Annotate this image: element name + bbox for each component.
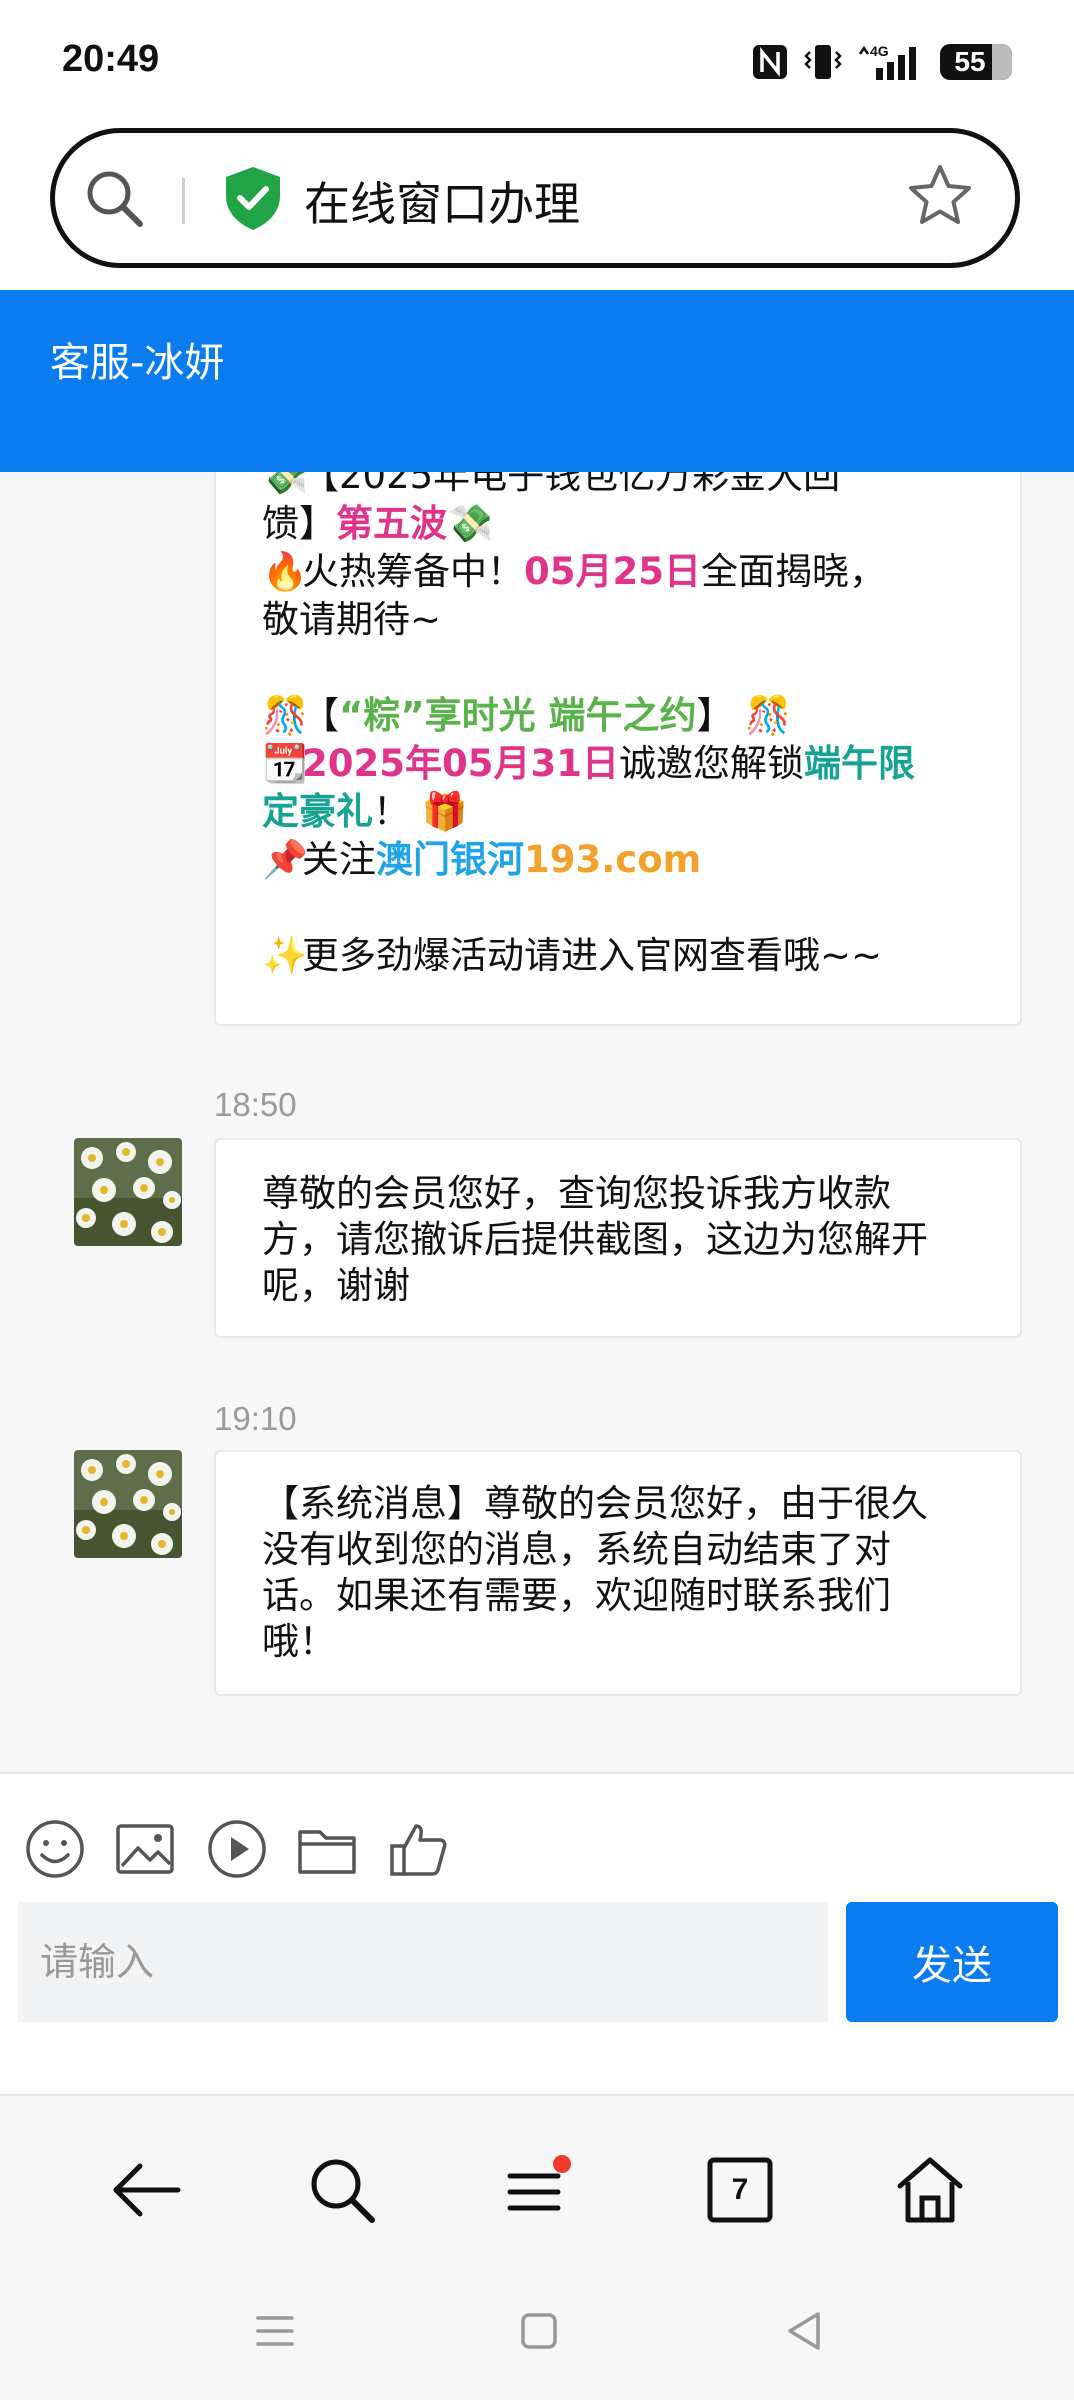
star-icon[interactable] <box>906 162 974 230</box>
message-time: 19:10 <box>214 1400 297 1437</box>
avatar-flowers-image <box>74 1138 182 1246</box>
chat-area[interactable]: 💸【2025年电子钱包亿万彩金大回 馈】第五波💸 🔥火热筹备中！05月25日全面… <box>0 472 1074 1772</box>
avatar[interactable] <box>74 1138 182 1246</box>
message-line: 尊敬的会员您好，查询您投诉我方收款 <box>262 1172 891 1215</box>
thumbs-up-icon[interactable] <box>388 1818 450 1880</box>
promo-line-4: 敬请期待~ <box>262 598 442 641</box>
network-type-label: 4G <box>870 43 889 59</box>
promo-line-8: 📌关注澳门银河193.com <box>262 838 702 881</box>
promo-line-5: 🎊【“粽”享时光 端午之约】 🎊 <box>262 694 792 737</box>
recents-icon[interactable] <box>250 2306 300 2356</box>
promo-line-6: 📆2025年05月31日诚邀您解锁端午限 <box>262 742 915 785</box>
tabs-icon[interactable]: 7 <box>700 2150 780 2230</box>
nfc-icon <box>753 45 787 79</box>
avatar[interactable] <box>74 1450 182 1558</box>
promo-line-1: 💸【2025年电子钱包亿万彩金大回 <box>262 472 841 497</box>
home-square-icon[interactable] <box>514 2306 564 2356</box>
send-button[interactable]: 发送 <box>846 1902 1058 2022</box>
tabs-count: 7 <box>731 2173 749 2206</box>
message-line: 没有收到您的消息，系统自动结束了对 <box>262 1528 891 1571</box>
back-icon[interactable] <box>106 2150 186 2230</box>
home-icon[interactable] <box>890 2150 970 2230</box>
message-line: 话。如果还有需要，欢迎随时联系我们 <box>262 1574 891 1617</box>
battery-icon: 55 <box>940 44 1012 80</box>
back-triangle-icon[interactable] <box>780 2306 830 2356</box>
notification-badge <box>553 2155 571 2173</box>
image-icon[interactable] <box>114 1818 176 1880</box>
promo-line-3: 🔥火热筹备中！05月25日全面揭晓， <box>262 550 886 593</box>
folder-icon[interactable] <box>296 1818 358 1880</box>
status-time: 20:49 <box>62 38 160 80</box>
search-icon[interactable] <box>82 166 148 232</box>
battery-level: 55 <box>954 46 986 77</box>
message-time: 18:50 <box>214 1086 297 1123</box>
vibrate-icon <box>804 45 842 79</box>
address-divider <box>182 178 185 224</box>
promo-line-2: 馈】第五波💸 <box>262 502 494 545</box>
message-line: 呢，谢谢 <box>262 1264 410 1307</box>
message-line: 方，请您撤诉后提供截图，这边为您解开 <box>262 1218 928 1261</box>
video-icon[interactable] <box>206 1818 268 1880</box>
search-icon[interactable] <box>302 2150 382 2230</box>
chat-title: 客服-冰妍 <box>50 340 225 386</box>
avatar-flowers-image <box>74 1450 182 1558</box>
promo-line-9: ✨更多劲爆活动请进入官网查看哦~~ <box>262 934 883 977</box>
message-input[interactable] <box>18 1902 828 2022</box>
promo-line-7: 定豪礼！ 🎁 <box>262 790 468 833</box>
menu-icon[interactable] <box>494 2150 574 2230</box>
address-text[interactable]: 在线窗口办理 <box>304 168 580 234</box>
message-line: 哦！ <box>262 1620 336 1663</box>
signal-4g-icon: 4G <box>858 43 916 80</box>
message-line: 【系统消息】尊敬的会员您好，由于很久 <box>262 1482 928 1525</box>
emoji-icon[interactable] <box>24 1818 86 1880</box>
shield-check-icon <box>226 167 280 230</box>
